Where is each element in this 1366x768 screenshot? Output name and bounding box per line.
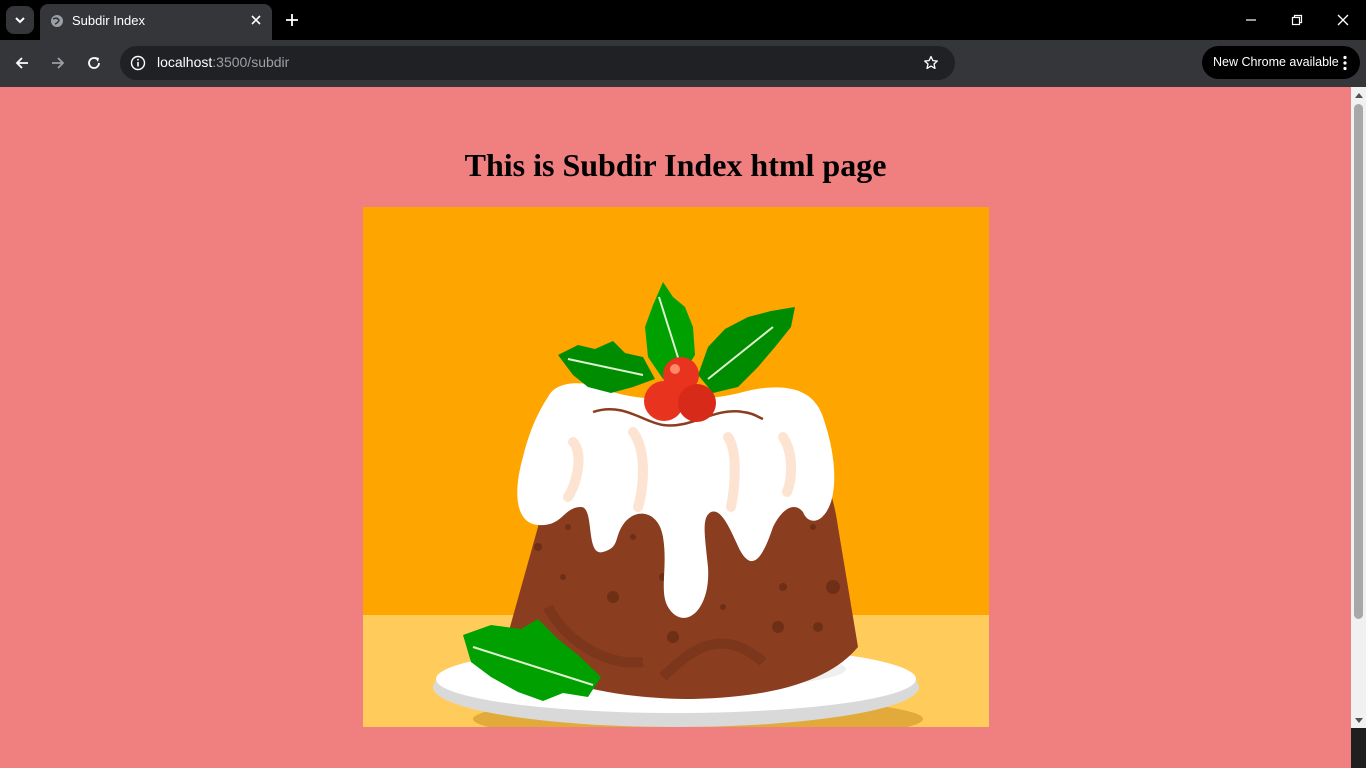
tab-title: Subdir Index <box>72 13 145 28</box>
close-window-button[interactable] <box>1329 6 1357 34</box>
browser-chrome: Subdir Index localhost:3500/subdir New C… <box>0 0 1366 87</box>
christmas-pudding-image <box>363 207 989 727</box>
kebab-menu-icon <box>1343 55 1347 71</box>
reload-button[interactable] <box>81 50 107 76</box>
back-button[interactable] <box>9 50 35 76</box>
caret-down-icon <box>1354 717 1363 723</box>
tab-strip: Subdir Index <box>0 0 1366 40</box>
close-icon <box>251 15 261 25</box>
chevron-down-icon <box>15 17 25 24</box>
star-icon <box>924 55 938 70</box>
url-path: :3500/subdir <box>212 54 290 70</box>
tab-close-button[interactable] <box>248 12 264 28</box>
corner-strip <box>1351 728 1366 768</box>
page-viewport: This is Subdir Index html page <box>0 87 1351 768</box>
caret-up-icon <box>1354 92 1363 98</box>
new-tab-button[interactable] <box>280 8 304 32</box>
address-bar[interactable]: localhost:3500/subdir <box>120 46 955 80</box>
forward-button[interactable] <box>45 50 71 76</box>
arrow-right-icon <box>52 57 65 69</box>
url-host: localhost <box>157 54 213 70</box>
url-text: localhost:3500/subdir <box>157 54 289 70</box>
page-title: This is Subdir Index html page <box>464 147 887 183</box>
scroll-down-button[interactable] <box>1351 713 1366 728</box>
site-info-button[interactable] <box>128 53 148 73</box>
globe-icon <box>51 15 63 27</box>
tab-search-button[interactable] <box>6 6 34 34</box>
new-chrome-available-button[interactable]: New Chrome available <box>1202 46 1360 79</box>
restore-icon <box>1291 14 1303 26</box>
update-label: New Chrome available <box>1213 55 1339 69</box>
minimize-icon <box>1246 19 1256 21</box>
scroll-thumb[interactable] <box>1354 104 1363 619</box>
tab-active[interactable]: Subdir Index <box>40 4 272 40</box>
scroll-up-button[interactable] <box>1351 87 1366 102</box>
bookmark-button[interactable] <box>921 53 941 73</box>
plus-icon <box>286 14 298 26</box>
close-icon <box>1337 14 1349 26</box>
vertical-scrollbar[interactable] <box>1351 87 1366 728</box>
chrome-menu-button[interactable] <box>1336 53 1354 73</box>
arrow-left-icon <box>15 57 28 69</box>
toolbar: localhost:3500/subdir New Chrome availab… <box>0 40 1366 87</box>
reload-icon <box>88 57 100 69</box>
restore-button[interactable] <box>1283 6 1311 34</box>
minimize-button[interactable] <box>1237 6 1265 34</box>
info-icon <box>130 55 146 71</box>
